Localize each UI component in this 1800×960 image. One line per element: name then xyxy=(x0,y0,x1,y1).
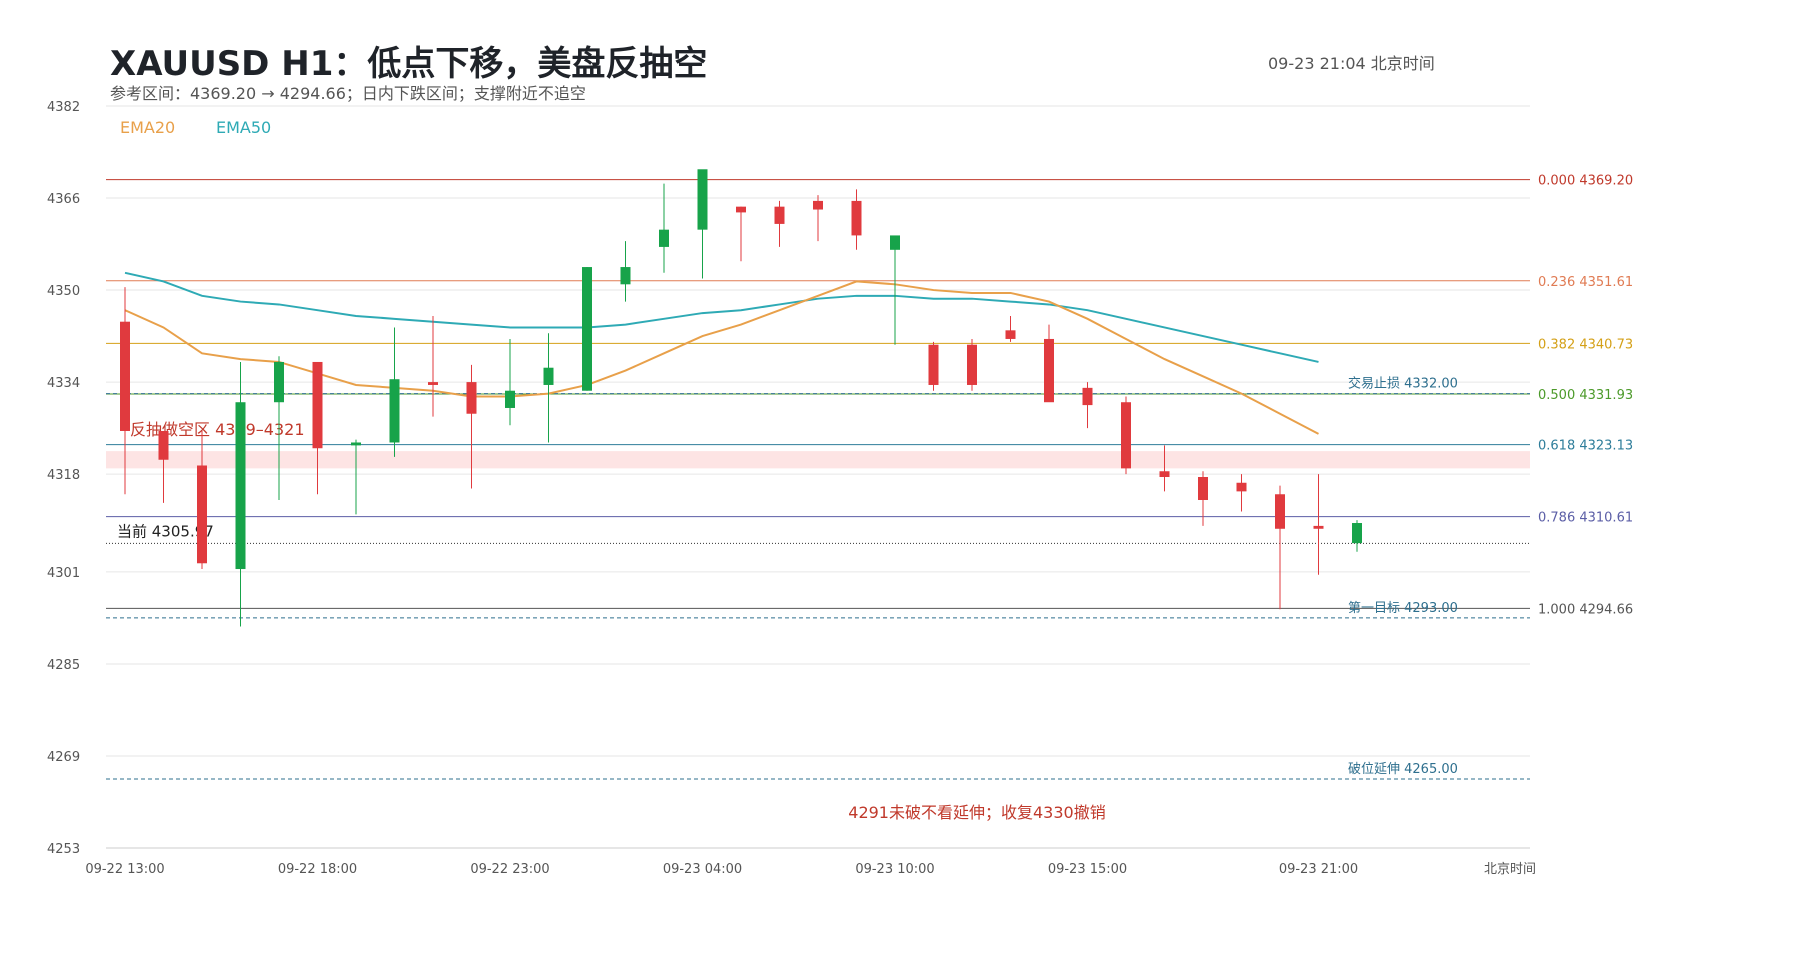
candle-body xyxy=(1236,482,1247,492)
candle-body xyxy=(1313,525,1324,529)
legend-item: EMA20 xyxy=(120,118,175,137)
candle-body xyxy=(620,267,631,285)
candle-body xyxy=(1082,387,1093,406)
fib-label: 0.500 4331.93 xyxy=(1538,388,1633,403)
candle-body xyxy=(697,169,708,230)
y-tick-label: 4318 xyxy=(47,468,80,483)
candle-body xyxy=(1121,402,1131,469)
candle-body xyxy=(197,465,207,564)
candle-body xyxy=(158,430,169,460)
y-tick-label: 4366 xyxy=(47,192,80,207)
candle-body xyxy=(1198,477,1208,501)
candle-body xyxy=(1275,494,1285,529)
candle-body xyxy=(466,382,477,414)
candle-body xyxy=(851,200,862,236)
fib-label: 0.786 4310.61 xyxy=(1538,511,1633,526)
candle-body xyxy=(813,200,823,210)
x-tick-label: 09-22 13:00 xyxy=(85,862,164,877)
y-tick-label: 4253 xyxy=(47,842,80,857)
candlestick-chart: 4382 4366 4350 4334 4318 4301 4285 4269 4253 09-2… xyxy=(47,100,1633,877)
candle-body xyxy=(505,390,515,408)
candle-body xyxy=(659,229,669,247)
x-tick-label: 09-23 15:00 xyxy=(1048,862,1127,877)
y-tick-label: 4285 xyxy=(47,658,80,673)
candle-body xyxy=(736,206,746,213)
candle-body xyxy=(582,267,592,391)
ema50-line xyxy=(124,271,1319,363)
chart-note: 4291未破不看延伸；收复4330撤销 xyxy=(848,803,1105,822)
x-tick-label: 09-23 21:00 xyxy=(1279,862,1358,877)
y-tick-label: 4269 xyxy=(47,750,80,765)
x-tick-label: 09-22 23:00 xyxy=(470,862,549,877)
y-tick-label: 4382 xyxy=(47,100,80,115)
candle-body xyxy=(312,361,323,449)
x-tick-label: 09-23 10:00 xyxy=(855,862,934,877)
candle-body xyxy=(389,379,400,443)
level-label: 第一目标 4293.00 xyxy=(1348,601,1458,616)
x-tick-label: 09-23 04:00 xyxy=(663,862,742,877)
fib-label: 0.618 4323.13 xyxy=(1538,439,1633,454)
candle-body xyxy=(235,402,246,570)
fib-label: 1.000 4294.66 xyxy=(1538,602,1633,617)
x-tick-label: 09-22 18:00 xyxy=(278,862,357,877)
candle-body xyxy=(1005,330,1016,339)
y-tick-label: 4350 xyxy=(47,284,80,299)
candle-body xyxy=(351,442,361,446)
level-label: 破位延伸 4265.00 xyxy=(1348,762,1458,777)
short-zone-band xyxy=(106,451,1530,469)
candle-body xyxy=(1044,338,1054,403)
x-axis-unit: 北京时间 xyxy=(1484,862,1536,877)
candle-body xyxy=(967,344,977,385)
y-tick-label: 4334 xyxy=(47,376,80,391)
legend-item: EMA50 xyxy=(216,118,271,137)
candle-body xyxy=(928,344,939,385)
fib-label: 0.382 4340.73 xyxy=(1538,337,1633,352)
candle-body xyxy=(428,382,438,385)
candle-body xyxy=(543,367,554,385)
candle-body xyxy=(1352,523,1362,544)
candle-body xyxy=(1159,471,1170,477)
ema20-line xyxy=(124,280,1319,435)
short-zone-label: 反抽做空区 4319–4321 xyxy=(130,420,305,439)
candle-body xyxy=(274,361,284,403)
candle-body xyxy=(890,235,900,250)
candle-body xyxy=(120,321,130,431)
candle-body xyxy=(774,206,785,224)
level-label: 交易止损 4332.00 xyxy=(1348,376,1458,392)
y-tick-label: 4301 xyxy=(47,566,80,581)
fib-label: 0.000 4369.20 xyxy=(1538,174,1633,189)
fib-label: 0.236 4351.61 xyxy=(1538,275,1633,290)
